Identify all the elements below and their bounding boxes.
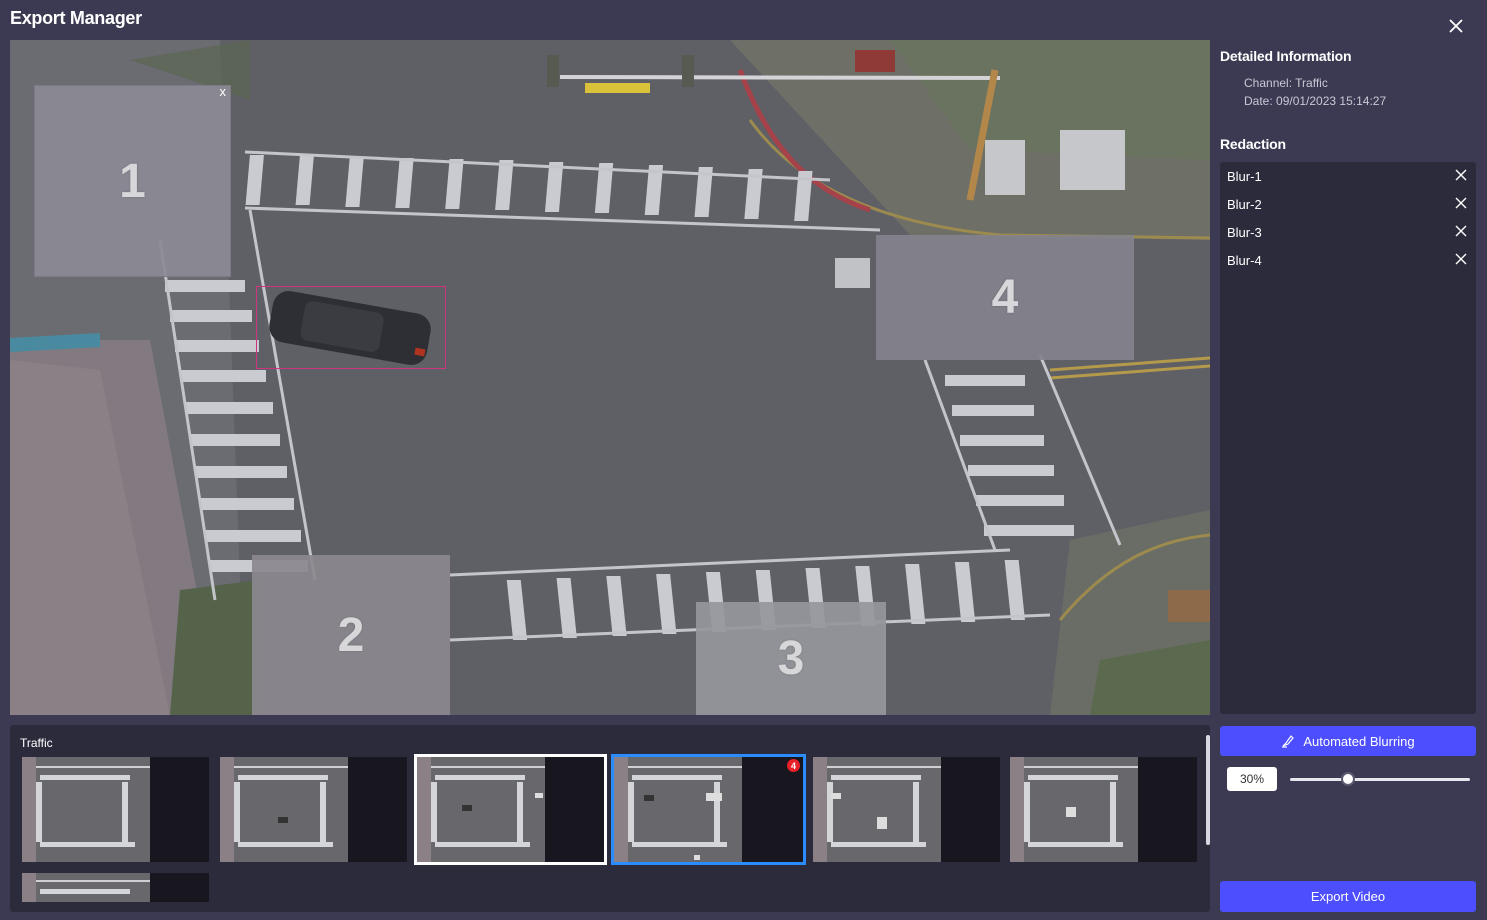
- thumbnail-frame-4[interactable]: 4: [611, 754, 806, 865]
- thumbnail-image: [813, 757, 941, 862]
- blur-slider-track[interactable]: [1290, 778, 1470, 781]
- blur-region-close-button[interactable]: x: [220, 84, 227, 99]
- brush-icon: [1282, 735, 1295, 748]
- thumbnail-frame-1[interactable]: [22, 757, 209, 862]
- blur-region-3[interactable]: 3: [696, 602, 886, 715]
- close-button[interactable]: [1444, 14, 1468, 38]
- export-video-button[interactable]: Export Video: [1220, 881, 1476, 912]
- redaction-item-label: Blur-1: [1227, 168, 1262, 184]
- close-icon[interactable]: [1454, 196, 1468, 210]
- thumbnail-image: [1010, 757, 1138, 862]
- detection-count-badge: 4: [787, 759, 800, 772]
- redaction-item-label: Blur-4: [1227, 252, 1262, 268]
- blur-percent-input[interactable]: 30%: [1227, 767, 1277, 791]
- timeline-strip: Traffic 4: [10, 725, 1210, 912]
- video-viewport[interactable]: 1 x 2 3 4: [10, 40, 1210, 715]
- redaction-heading: Redaction: [1220, 136, 1286, 152]
- timeline-channel-label: Traffic: [20, 736, 53, 750]
- export-video-label: Export Video: [1310, 889, 1386, 904]
- automated-blurring-button[interactable]: Automated Blurring: [1220, 726, 1476, 756]
- redaction-list: Blur-1 Blur-2 Blur-3 Blur-4: [1220, 162, 1476, 714]
- window-title: Export Manager: [10, 8, 142, 28]
- vehicle-detection-box[interactable]: [256, 286, 446, 369]
- blur-region-label: 1: [119, 154, 146, 208]
- redaction-item-blur-2[interactable]: Blur-2: [1220, 190, 1476, 218]
- blur-region-label: 2: [337, 608, 365, 662]
- blur-region-4[interactable]: 4: [876, 235, 1134, 360]
- blur-region-label: 3: [777, 632, 805, 685]
- blur-region-label: 4: [991, 271, 1019, 324]
- blur-region-1[interactable]: 1 x: [34, 84, 231, 277]
- thumbnail-image: [22, 757, 150, 862]
- blur-slider-thumb[interactable]: [1341, 772, 1355, 786]
- close-icon[interactable]: [1454, 168, 1468, 182]
- redaction-item-label: Blur-2: [1227, 196, 1262, 212]
- thumbnail-frame-7[interactable]: [22, 873, 209, 902]
- date-info: Date: 09/01/2023 15:14:27: [1244, 94, 1387, 108]
- thumbnail-frame-3[interactable]: [414, 754, 607, 865]
- redaction-item-blur-4[interactable]: Blur-4: [1220, 246, 1476, 274]
- redaction-item-blur-3[interactable]: Blur-3: [1220, 218, 1476, 246]
- thumbnail-frame-5[interactable]: [813, 757, 1000, 862]
- thumbnail-image: [22, 873, 150, 902]
- timeline-scrollbar[interactable]: [1206, 735, 1210, 845]
- close-icon: [1449, 19, 1463, 33]
- close-icon[interactable]: [1454, 252, 1468, 266]
- thumbnail-frame-2[interactable]: [220, 757, 407, 862]
- thumbnail-image: [614, 757, 742, 862]
- channel-info: Channel: Traffic: [1244, 76, 1328, 90]
- thumbnail-image: [417, 757, 545, 862]
- details-heading: Detailed Information: [1220, 48, 1352, 64]
- close-icon[interactable]: [1454, 224, 1468, 238]
- automated-blurring-label: Automated Blurring: [1303, 733, 1415, 749]
- thumbnail-frame-6[interactable]: [1010, 757, 1197, 862]
- thumbnail-image: [220, 757, 348, 862]
- redaction-item-label: Blur-3: [1227, 224, 1262, 240]
- redaction-item-blur-1[interactable]: Blur-1: [1220, 162, 1476, 190]
- blur-region-2[interactable]: 2: [252, 555, 450, 715]
